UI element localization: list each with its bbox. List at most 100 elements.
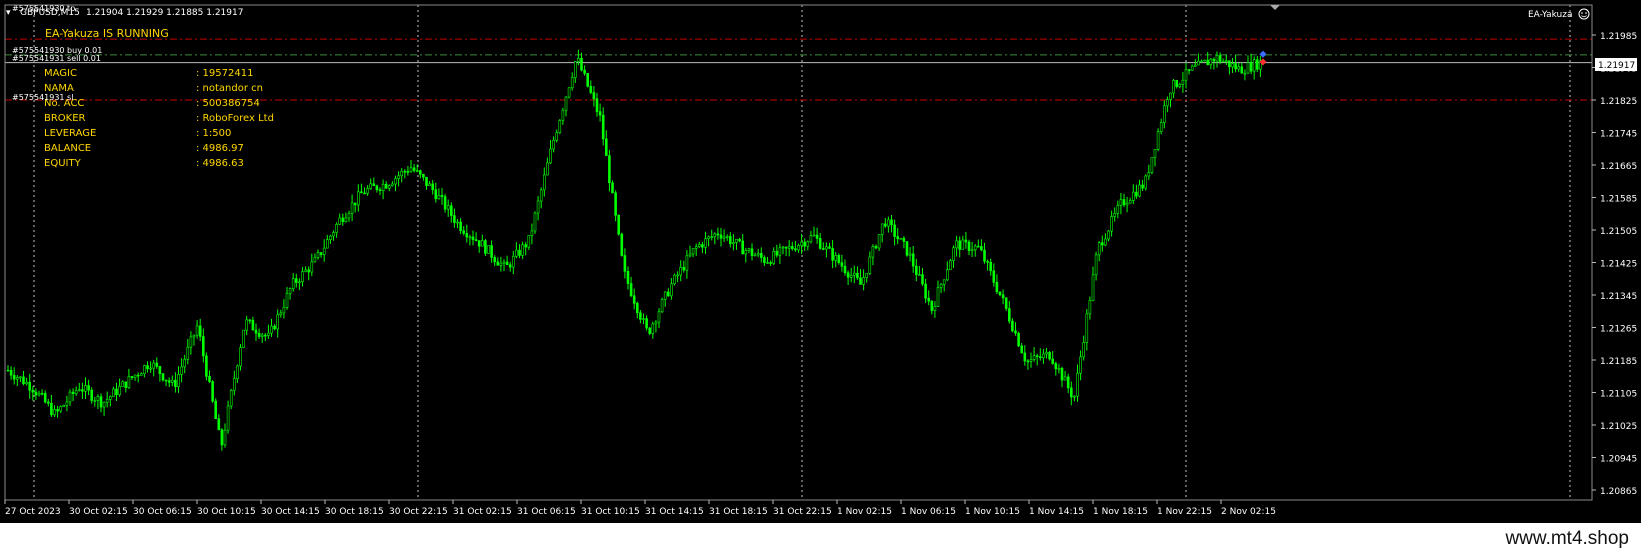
candle-body xyxy=(127,376,131,388)
price-tick-label: 1.21665 xyxy=(1600,162,1637,172)
candle-body xyxy=(254,329,258,334)
chart-window[interactable]: 1.219851.219051.218251.217451.216651.215… xyxy=(0,0,1641,556)
candle-body xyxy=(759,253,763,258)
candle-body xyxy=(1144,175,1147,189)
price-tick-label: 1.21745 xyxy=(1600,130,1637,140)
candle-body xyxy=(986,261,989,263)
candle-body xyxy=(22,376,25,385)
candle-body xyxy=(9,369,13,376)
price-tick-label: 1.20945 xyxy=(1600,455,1637,465)
candle-body xyxy=(549,148,552,164)
candle-body xyxy=(629,283,633,297)
candle-body xyxy=(949,260,952,271)
candle-body xyxy=(787,246,791,249)
ea-info-key: BROKER xyxy=(44,113,86,124)
candle-body xyxy=(803,241,807,247)
candle-body xyxy=(508,264,512,268)
candle-body xyxy=(273,325,276,330)
candle-body xyxy=(546,162,549,176)
candle-body xyxy=(1163,105,1166,123)
candle-body xyxy=(493,257,497,263)
price-chart[interactable]: 1.219851.219051.218251.217451.216651.215… xyxy=(0,0,1641,523)
candle-body xyxy=(285,292,289,308)
candle-body xyxy=(750,248,754,256)
candle-body xyxy=(394,178,397,185)
candle-body xyxy=(1011,320,1014,332)
candle-body xyxy=(1088,300,1092,315)
candle-body xyxy=(905,241,909,256)
candle-body xyxy=(341,217,345,223)
candle-body xyxy=(46,401,50,404)
candle-body xyxy=(56,409,59,412)
symbol-timeframe: GBPUSD,M15 xyxy=(20,8,80,18)
candle-body xyxy=(778,247,782,256)
candle-body xyxy=(96,396,100,401)
candle-body xyxy=(143,365,146,375)
candle-body xyxy=(592,92,596,100)
time-tick-label: 31 Oct 10:15 xyxy=(581,507,640,517)
candle-body xyxy=(821,248,825,250)
candle-body xyxy=(130,376,134,378)
candle-body xyxy=(304,269,307,272)
candle-body xyxy=(257,332,261,337)
candle-body xyxy=(353,202,357,206)
candle-body xyxy=(1256,59,1259,70)
candle-body xyxy=(654,321,658,325)
candle-body xyxy=(580,57,583,71)
ea-info-key: LEVERAGE xyxy=(44,128,96,139)
candle-body xyxy=(301,271,304,283)
candle-body xyxy=(453,215,456,223)
candle-body xyxy=(1252,59,1256,72)
candle-body xyxy=(772,250,776,264)
candle-body xyxy=(1206,59,1209,66)
candle-body xyxy=(1209,58,1213,66)
candle-body xyxy=(294,278,298,283)
candle-body xyxy=(967,241,971,251)
candle-body xyxy=(338,217,342,225)
candle-body xyxy=(980,245,983,251)
candle-body xyxy=(927,297,931,302)
candle-body xyxy=(524,244,528,248)
time-tick-label: 1 Nov 14:15 xyxy=(1029,507,1084,517)
candle-body xyxy=(1159,122,1163,132)
candle-body xyxy=(843,265,847,273)
candle-body xyxy=(406,171,410,173)
candle-body xyxy=(171,379,174,383)
candle-body xyxy=(260,334,264,337)
candle-body xyxy=(93,400,97,402)
candle-body xyxy=(1001,294,1005,299)
candle-body xyxy=(719,234,723,239)
candle-body xyxy=(781,246,785,249)
candle-body xyxy=(1076,372,1079,397)
candle-body xyxy=(490,245,493,258)
candle-body xyxy=(431,183,435,190)
candle-body xyxy=(1116,205,1120,214)
ea-info-value: : 4986.97 xyxy=(196,143,244,154)
candle-body xyxy=(319,252,323,255)
collapse-icon[interactable]: ▾ xyxy=(6,8,11,18)
candle-body xyxy=(1225,60,1228,62)
candle-body xyxy=(322,247,326,255)
candle-body xyxy=(158,366,162,374)
candle-body xyxy=(518,249,521,256)
candle-body xyxy=(325,239,329,249)
candle-body xyxy=(1060,367,1064,381)
ea-info-key: MAGIC xyxy=(44,68,77,79)
candle-body xyxy=(1014,330,1017,334)
candle-body xyxy=(511,255,515,268)
candle-body xyxy=(155,362,159,367)
candle-body xyxy=(496,261,500,266)
candle-body xyxy=(521,244,524,256)
candle-body xyxy=(852,272,856,276)
candle-body xyxy=(369,183,373,189)
time-tick-label: 2 Nov 02:15 xyxy=(1221,507,1276,517)
candle-body xyxy=(728,236,732,245)
candle-body xyxy=(1107,230,1110,240)
candle-body xyxy=(384,183,388,189)
candle-body xyxy=(1141,184,1144,189)
candle-body xyxy=(1246,62,1250,74)
candle-body xyxy=(6,369,10,372)
candle-body xyxy=(189,336,193,348)
candle-body xyxy=(90,389,93,401)
candle-body xyxy=(356,191,360,206)
